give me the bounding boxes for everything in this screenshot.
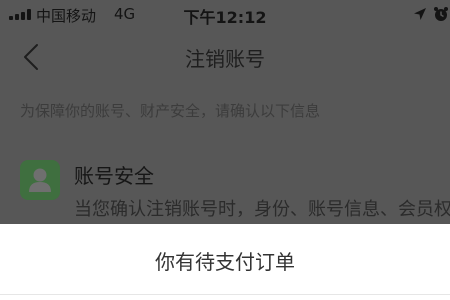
location-icon <box>414 8 426 20</box>
sheet-divider <box>0 294 450 295</box>
navigation-bar: 注销账号 <box>0 28 450 86</box>
status-bar: 中国移动 4G 下午12:12 <box>0 0 450 28</box>
page-title: 注销账号 <box>185 47 265 71</box>
account-deletion-screen: 中国移动 4G 下午12:12 注销账号 为保障你的账号、财产安全，请确认以下信… <box>0 0 450 300</box>
status-time: 下午12:12 <box>183 8 267 27</box>
alarm-icon <box>434 7 448 21</box>
user-icon <box>20 160 60 200</box>
account-security-title: 账号安全 <box>74 164 154 188</box>
pending-payment-message[interactable]: 你有待支付订单 <box>0 246 450 275</box>
security-hint-text: 为保障你的账号、财产安全，请确认以下信息 <box>20 102 321 120</box>
account-security-description: 当您确认注销账号时，身份、账号信息、会员权 <box>74 199 450 220</box>
pending-payment-sheet: 你有待支付订单 <box>0 224 450 300</box>
